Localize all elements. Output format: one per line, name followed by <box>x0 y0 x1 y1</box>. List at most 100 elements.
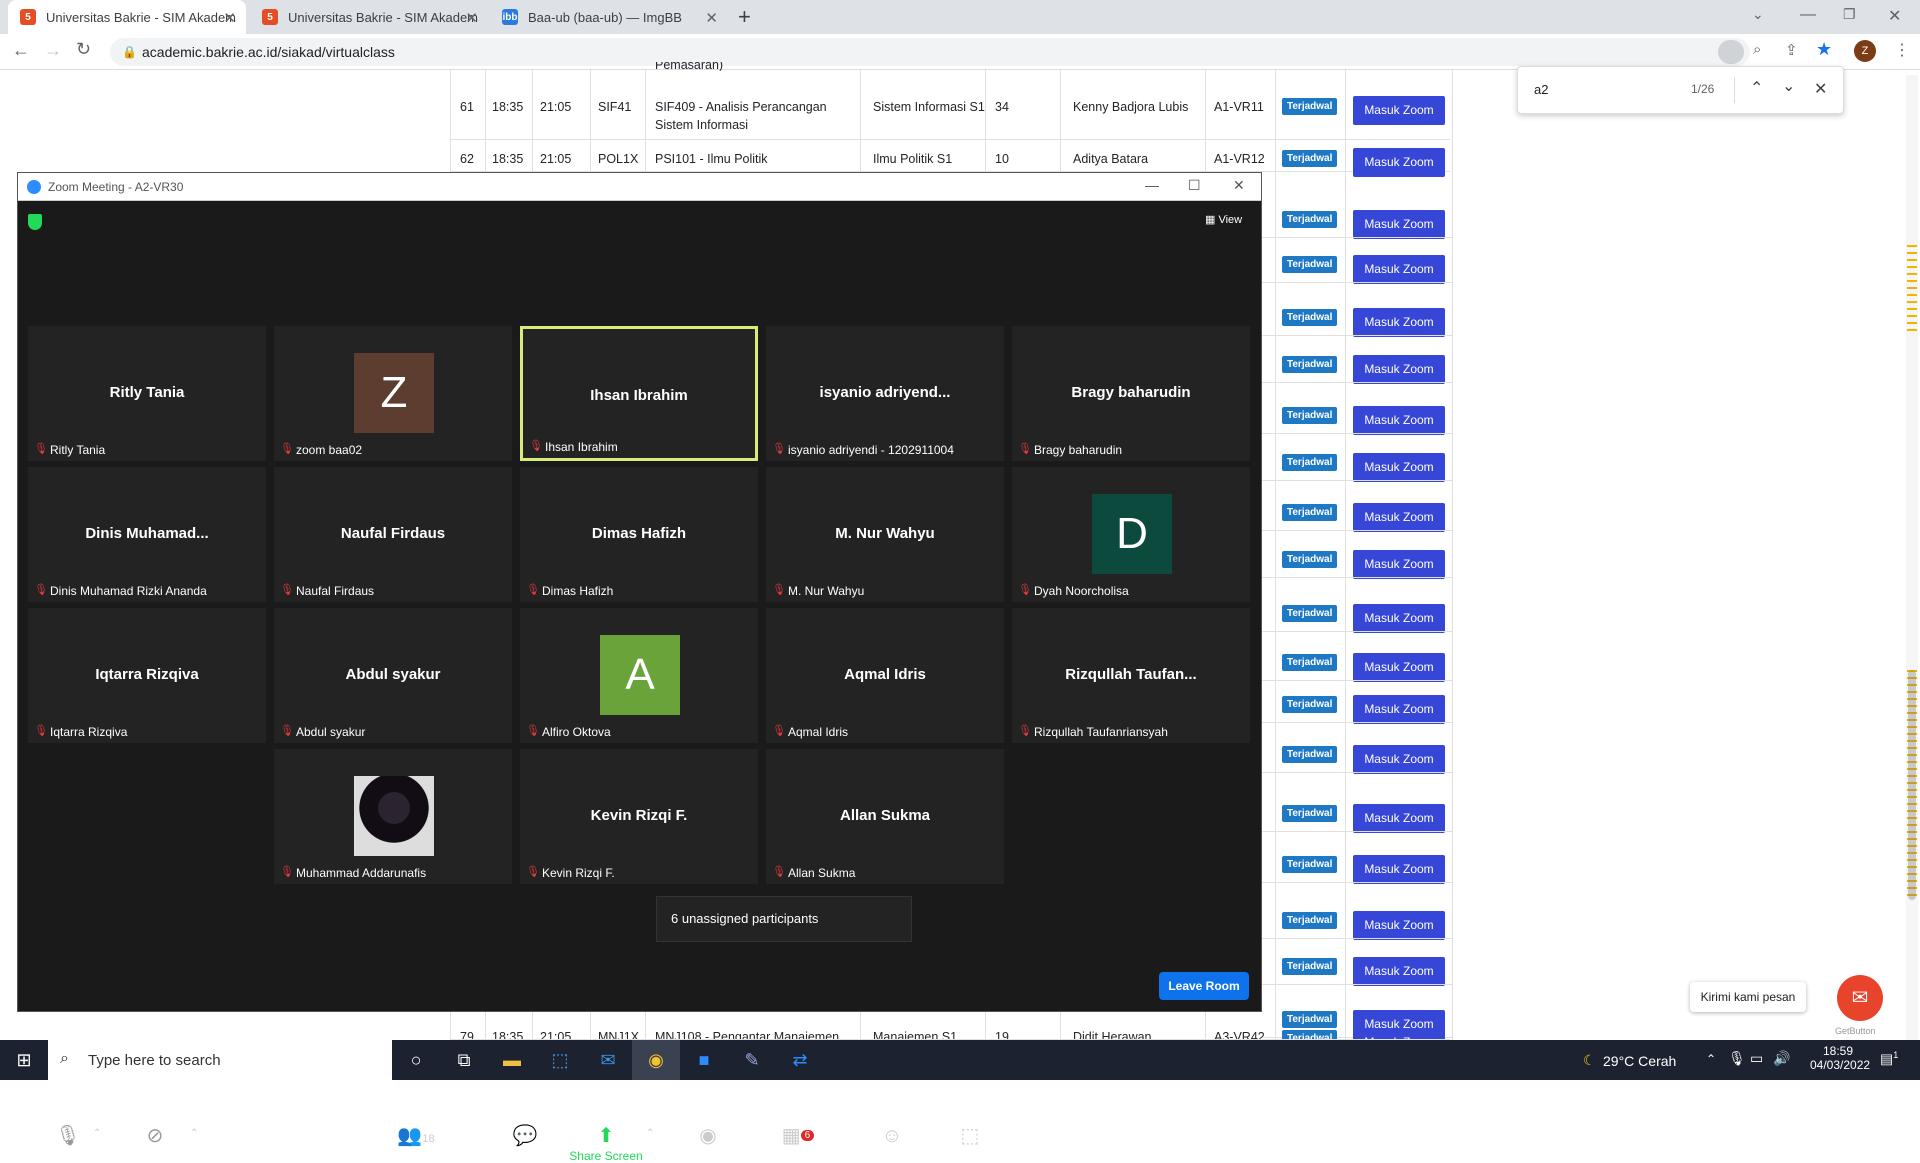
masuk-zoom-button[interactable]: Masuk Zoom <box>1353 550 1445 579</box>
file-explorer-icon[interactable]: ▬ <box>488 1040 536 1080</box>
masuk-zoom-button[interactable]: Masuk Zoom <box>1353 308 1445 337</box>
masuk-zoom-button[interactable]: Masuk Zoom <box>1353 148 1445 177</box>
share-screen-button[interactable]: ⬆ Share Screen <box>566 1123 646 1163</box>
apps-button[interactable]: ⬚ Apps <box>940 1123 1000 1163</box>
masuk-zoom-button[interactable]: Masuk Zoom <box>1353 1028 1445 1039</box>
close-tab-icon[interactable]: ✕ <box>223 9 236 27</box>
chrome-taskbar-icon[interactable]: ◉ <box>632 1040 680 1080</box>
task-view-icon[interactable]: ⧉ <box>440 1040 488 1080</box>
masuk-zoom-button[interactable]: Masuk Zoom <box>1353 957 1445 986</box>
minimize-icon[interactable]: — <box>1800 6 1816 24</box>
network-icon[interactable]: ▭ <box>1750 1050 1763 1067</box>
taskbar-search-box[interactable]: ⌕ Type here to search <box>48 1040 392 1080</box>
new-tab-button[interactable]: + <box>738 4 751 30</box>
participant-tile[interactable]: A 🎙 Alfiro Oktova <box>520 608 758 743</box>
record-button[interactable]: ◉ Record <box>678 1123 738 1163</box>
participant-tile[interactable]: 🎙 Muhammad Addarunafis <box>274 749 512 884</box>
participant-tile[interactable]: Ritly Tania 🎙 Ritly Tania <box>28 326 266 461</box>
chat-widget-label[interactable]: Kirimi kami pesan <box>1690 982 1806 1012</box>
chat-button[interactable]: 💬 Chat <box>495 1123 555 1163</box>
zoom-maximize-icon[interactable]: ☐ <box>1188 177 1201 194</box>
participant-tile[interactable]: Naufal Firdaus 🎙 Naufal Firdaus <box>274 467 512 602</box>
masuk-zoom-button[interactable]: Masuk Zoom <box>1353 453 1445 482</box>
masuk-zoom-button[interactable]: Masuk Zoom <box>1353 804 1445 833</box>
cortana-icon[interactable]: ○ <box>392 1040 440 1080</box>
masuk-zoom-button[interactable]: Masuk Zoom <box>1353 911 1445 940</box>
store-icon[interactable]: ⬚ <box>536 1040 584 1080</box>
unassigned-participants-popup[interactable]: 6 unassigned participants <box>656 896 912 942</box>
bookmark-star-icon[interactable]: ★ <box>1816 39 1832 60</box>
zoom-lens-icon[interactable]: ⌕ <box>1753 41 1761 58</box>
find-previous-icon[interactable]: ⌃ <box>1750 78 1763 98</box>
masuk-zoom-button[interactable]: Masuk Zoom <box>1353 96 1445 125</box>
tray-caret-icon[interactable]: ⌃ <box>1706 1052 1716 1066</box>
find-close-icon[interactable]: ✕ <box>1814 79 1827 99</box>
profile-avatar[interactable]: Z <box>1854 40 1876 62</box>
participant-tile[interactable]: Dimas Hafizh 🎙 Dimas Hafizh <box>520 467 758 602</box>
back-arrow-icon[interactable]: ← <box>12 40 30 61</box>
browser-tab-3[interactable]: ibb Baa-ub (baa-ub) — ImgBB ✕ <box>490 0 728 34</box>
participant-tile[interactable]: isyanio adriyend... 🎙 isyanio adriyendi - … <box>766 326 1004 461</box>
menu-kebab-icon[interactable]: ⋮ <box>1894 40 1910 60</box>
address-bar[interactable]: 🔒 academic.bakrie.ac.id/siakad/virtualcl… <box>110 38 1750 66</box>
zoom-taskbar-icon[interactable]: ■ <box>680 1040 728 1080</box>
participant-tile[interactable]: M. Nur Wahyu 🎙 M. Nur Wahyu <box>766 467 1004 602</box>
masuk-zoom-button[interactable]: Masuk Zoom <box>1353 210 1445 239</box>
video-options-caret-icon[interactable]: ⌃ <box>190 1128 198 1139</box>
weather-text[interactable]: 29°C Cerah <box>1603 1053 1676 1069</box>
participant-tile[interactable]: D 🎙 Dyah Noorcholisa <box>1012 467 1250 602</box>
participant-tile[interactable]: Iqtarra Rizqiva 🎙 Iqtarra Rizqiva <box>28 608 266 743</box>
masuk-zoom-button[interactable]: Masuk Zoom <box>1353 406 1445 435</box>
volume-icon[interactable]: 🔊 <box>1773 1050 1790 1067</box>
share-icon[interactable]: ⇪ <box>1785 41 1798 59</box>
participant-tile[interactable]: Kevin Rizqi F. 🎙 Kevin Rizqi F. <box>520 749 758 884</box>
participant-tile[interactable]: Rizqullah Taufan... 🎙 Rizqullah Taufanrian… <box>1012 608 1250 743</box>
start-video-button[interactable]: ⊘ Start Video <box>120 1123 190 1163</box>
reload-icon[interactable]: ↻ <box>76 39 91 60</box>
masuk-zoom-button[interactable]: Masuk Zoom <box>1353 653 1445 682</box>
participant-tile[interactable]: Z 🎙 zoom baa02 <box>274 326 512 461</box>
participant-tile[interactable]: Aqmal Idris 🎙 Aqmal Idris <box>766 608 1004 743</box>
find-input[interactable]: a2 <box>1534 82 1548 97</box>
notification-center-icon[interactable]: ▤1 <box>1880 1050 1898 1068</box>
tab-search-icon[interactable]: ⌄ <box>1752 6 1764 23</box>
audio-options-caret-icon[interactable]: ⌃ <box>93 1128 101 1139</box>
security-shield-icon[interactable] <box>28 214 42 230</box>
participant-tile[interactable]: Allan Sukma 🎙 Allan Sukma <box>766 749 1004 884</box>
masuk-zoom-button[interactable]: Masuk Zoom <box>1353 604 1445 633</box>
start-button[interactable]: ⊞ <box>0 1040 48 1080</box>
forward-arrow-icon[interactable]: → <box>44 40 62 61</box>
participant-tile[interactable]: Dinis Muhamad... 🎙 Dinis Muhamad Rizki Ana… <box>28 467 266 602</box>
masuk-zoom-button[interactable]: Masuk Zoom <box>1353 503 1445 532</box>
participants-button[interactable]: 👥18 Participants <box>376 1123 456 1163</box>
view-button[interactable]: ▦ View <box>1205 213 1242 226</box>
masuk-zoom-button[interactable]: Masuk Zoom <box>1353 855 1445 884</box>
zoom-close-icon[interactable]: ✕ <box>1233 177 1245 194</box>
participant-tile[interactable]: Abdul syakur 🎙 Abdul syakur <box>274 608 512 743</box>
unmute-button[interactable]: 🎙 Unmute <box>38 1123 98 1163</box>
close-tab-icon[interactable]: ✕ <box>705 9 718 27</box>
masuk-zoom-button[interactable]: Masuk Zoom <box>1353 255 1445 284</box>
reactions-button[interactable]: ☺ Reactions <box>860 1123 924 1163</box>
leave-room-button[interactable]: Leave Room <box>1159 972 1249 1000</box>
page-scrollbar[interactable] <box>1906 75 1918 1040</box>
participant-tile[interactable]: Bragy baharudin 🎙 Bragy baharudin <box>1012 326 1250 461</box>
restore-icon[interactable]: ❐ <box>1843 6 1856 23</box>
scrollbar-thumb[interactable] <box>1908 670 1916 900</box>
mail-icon[interactable]: ✉ <box>584 1040 632 1080</box>
chat-widget-button[interactable]: ✉ <box>1837 975 1883 1021</box>
find-next-icon[interactable]: ⌄ <box>1782 76 1795 96</box>
clock[interactable]: 18:59 04/03/2022 <box>1810 1044 1870 1072</box>
share-options-caret-icon[interactable]: ⌃ <box>646 1128 654 1139</box>
zoom-minimize-icon[interactable]: — <box>1145 177 1159 193</box>
browser-tab-2[interactable]: 5 Universitas Bakrie - SIM Akadem ✕ <box>250 0 488 34</box>
close-tab-icon[interactable]: ✕ <box>465 9 478 27</box>
breakout-rooms-button[interactable]: ▦ 6 Breakout Rooms <box>753 1123 843 1163</box>
teamviewer-icon[interactable]: ⇄ <box>776 1040 824 1080</box>
masuk-zoom-button[interactable]: Masuk Zoom <box>1353 745 1445 774</box>
masuk-zoom-button[interactable]: Masuk Zoom <box>1353 355 1445 384</box>
mic-tray-icon[interactable]: 🎙 <box>1728 1050 1746 1067</box>
close-window-icon[interactable]: ✕ <box>1888 6 1901 26</box>
participant-tile[interactable]: Ihsan Ibrahim 🎙 Ihsan Ibrahim <box>520 326 758 461</box>
browser-tab-1[interactable]: 5 Universitas Bakrie - SIM Akadem ✕ <box>8 0 246 34</box>
